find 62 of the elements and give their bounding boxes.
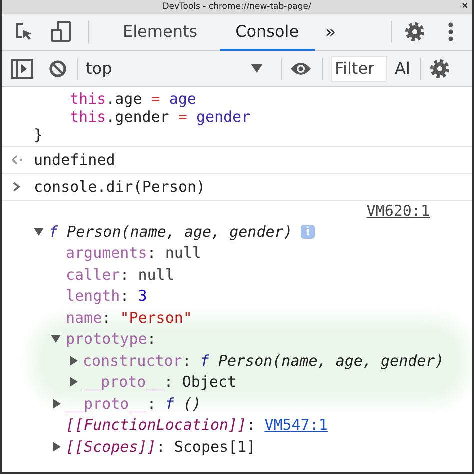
code-line: this.gender = gender <box>69 108 252 126</box>
expand-arrow-icon[interactable] <box>53 398 61 409</box>
punctuation: : <box>156 438 166 456</box>
punctuation: : <box>147 394 158 413</box>
function-signature: () <box>182 394 202 413</box>
expand-arrow-icon[interactable] <box>34 228 44 236</box>
command-text: console.dir(Person) <box>34 178 206 196</box>
object-value: Object <box>182 373 237 392</box>
inspect-icon[interactable] <box>14 22 34 42</box>
property-key: prototype <box>66 330 148 348</box>
code-line: this.age = age <box>69 90 198 108</box>
expand-arrow-icon[interactable] <box>53 442 61 452</box>
settings-icon[interactable] <box>429 58 452 80</box>
caret-icon <box>251 64 263 73</box>
expand-arrow-icon[interactable] <box>51 335 61 344</box>
internal-key: [[FunctionLocation]] <box>66 416 247 434</box>
function-mark: f <box>200 352 210 370</box>
function-signature: Person(name, age, gender) <box>217 352 444 370</box>
property-key: caller <box>66 266 120 284</box>
panel-tab[interactable]: Elements <box>107 14 214 50</box>
property-key: constructor <box>83 352 182 370</box>
punctuation: : <box>120 266 130 284</box>
null-value: null <box>138 266 174 284</box>
internal-key: [[Scopes]] <box>66 438 156 456</box>
punctuation: : <box>147 244 158 262</box>
source-link[interactable]: VM547:1 <box>264 416 328 434</box>
expand-arrow-icon[interactable] <box>70 356 78 366</box>
code-line: } <box>34 126 44 144</box>
property-key: __proto__ <box>66 394 148 413</box>
null-value: null <box>165 244 202 262</box>
punctuation: : <box>164 373 174 392</box>
object-value: Scopes[1] <box>174 438 256 456</box>
property-key: name <box>66 308 102 327</box>
punctuation: : <box>182 352 192 370</box>
levels-dropdown[interactable]: Al <box>391 59 414 78</box>
punctuation: : <box>120 287 130 306</box>
settings-icon[interactable] <box>404 21 426 43</box>
result-arrow-icon <box>11 155 25 165</box>
string-value: "Person" <box>120 308 192 327</box>
sidebar-icon[interactable] <box>11 58 33 78</box>
menu-icon[interactable] <box>448 22 454 42</box>
property-key: length <box>66 287 120 306</box>
punctuation: : <box>147 330 156 348</box>
clear-icon[interactable] <box>49 60 67 78</box>
function-signature: Person(name, age, gender) <box>66 222 293 241</box>
property-key: arguments <box>66 244 148 262</box>
property-key: __proto__ <box>83 373 164 392</box>
close-button[interactable]: × <box>462 0 468 14</box>
result-text: undefined <box>34 151 116 169</box>
eye-icon[interactable] <box>290 62 312 76</box>
number-value: 3 <box>138 287 148 306</box>
more-tabs-button[interactable]: » <box>319 22 342 42</box>
window-title: DevTools - chrome://new-tab-page/ <box>162 2 312 12</box>
device-icon[interactable] <box>50 21 72 43</box>
expand-arrow-icon[interactable] <box>70 377 78 388</box>
punctuation: : <box>102 308 112 327</box>
function-mark: f <box>165 394 174 413</box>
punctuation: : <box>246 416 257 434</box>
source-link[interactable]: VM620:1 <box>366 202 430 220</box>
context-select[interactable]: top <box>86 59 269 78</box>
function-mark: f <box>49 222 58 241</box>
filter-field[interactable]: Filter <box>331 56 387 82</box>
